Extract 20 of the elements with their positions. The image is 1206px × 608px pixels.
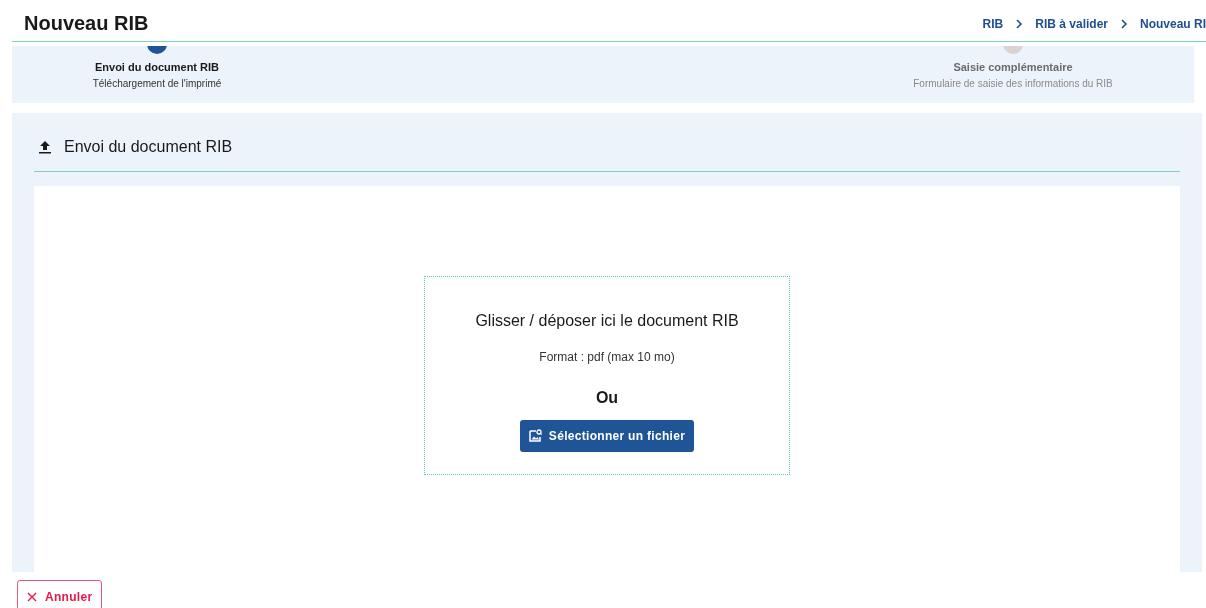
chevron-right-icon <box>1120 19 1128 29</box>
breadcrumb-link[interactable]: Nouveau RI <box>1140 15 1206 33</box>
format-hint: Format : pdf (max 10 mo) <box>539 348 675 366</box>
section-title: Envoi du document RIB <box>64 137 233 157</box>
breadcrumb-link[interactable]: RIB <box>982 15 1004 33</box>
select-file-button[interactable]: Sélectionner un fichier <box>519 419 695 452</box>
page-title: Nouveau RIB <box>24 13 149 36</box>
cancel-button[interactable]: Annuler <box>17 580 103 608</box>
image-file-icon <box>528 429 542 442</box>
step-title: Envoi du document RIB <box>94 60 220 75</box>
step-title: Saisie complémentaire <box>953 60 1073 75</box>
separator-text: Ou <box>595 387 619 408</box>
breadcrumb-link[interactable]: RIB à valider <box>1035 15 1108 33</box>
dropzone[interactable]: Glisser / déposer ici le document RIB Format : pdf (max 10 mo) Ou Sélectionner un fichier <box>424 275 790 475</box>
close-icon <box>27 592 37 602</box>
upload-icon <box>38 140 52 154</box>
chevron-right-icon <box>1015 19 1024 29</box>
step-subtitle: Formulaire de saisie des informations du RIB <box>913 76 1113 91</box>
step-subtitle: Téléchargement de l'imprimé <box>92 76 222 91</box>
dropzone-title: Glisser / déposer ici le document RIB <box>475 310 739 331</box>
